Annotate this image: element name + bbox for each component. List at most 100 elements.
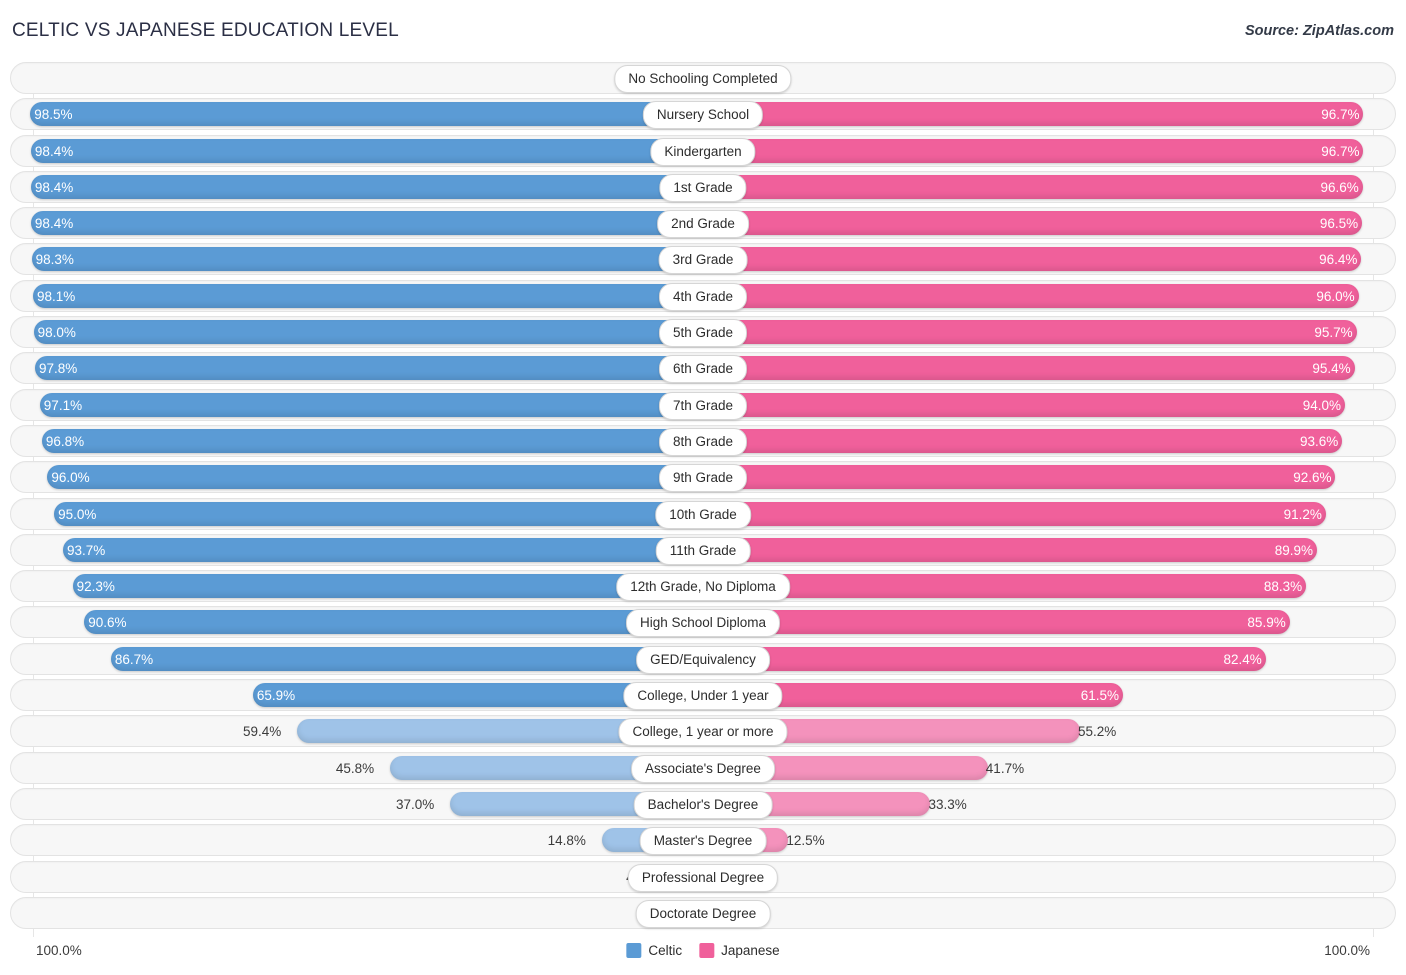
chart-row: 90.6% 85.9% High School Diploma <box>10 606 1396 639</box>
value-label-japanese: 85.9% <box>1247 615 1286 631</box>
value-label-japanese: 95.7% <box>1314 325 1353 341</box>
chart-header: CELTIC VS JAPANESE EDUCATION LEVEL Sourc… <box>0 0 1406 62</box>
bar-celtic <box>41 428 703 453</box>
axis-tick-right: 100.0% <box>1324 943 1370 958</box>
category-label: College, Under 1 year <box>623 682 783 711</box>
chart-row: 98.3% 96.4% 3rd Grade <box>10 243 1396 276</box>
value-label-celtic: 98.3% <box>35 252 74 268</box>
value-label-celtic: 96.0% <box>51 470 90 486</box>
bar-celtic <box>35 356 703 381</box>
value-label-celtic: 1.9% <box>11 898 674 930</box>
legend-item: Celtic <box>626 943 682 958</box>
category-label: 1st Grade <box>659 173 747 202</box>
bar-celtic <box>30 174 703 199</box>
axis-tick-left: 100.0% <box>36 943 82 958</box>
category-label: Kindergarten <box>650 137 756 166</box>
bar-japanese <box>703 283 1359 308</box>
value-label-celtic: 98.4% <box>34 179 74 195</box>
value-label-japanese: 96.7% <box>1321 143 1360 159</box>
legend-label: Japanese <box>721 943 780 958</box>
bar-celtic <box>30 211 703 236</box>
value-label-japanese: 92.6% <box>1293 470 1332 486</box>
bar-celtic <box>110 646 703 671</box>
category-label: 4th Grade <box>658 282 748 311</box>
value-label-japanese: 55.2% <box>1078 724 1117 740</box>
bar-celtic <box>30 138 703 163</box>
value-label-celtic: 98.0% <box>37 325 76 341</box>
chart-row: 96.8% 93.6% 8th Grade <box>10 424 1396 457</box>
legend-swatch-icon <box>699 943 715 958</box>
bar-japanese <box>703 646 1266 671</box>
value-label-celtic: 98.5% <box>34 107 73 123</box>
value-label-celtic: 4.4% <box>11 862 657 894</box>
value-label-celtic: 97.1% <box>43 397 83 413</box>
chart-row: 96.0% 92.6% 9th Grade <box>10 461 1396 494</box>
value-label-japanese: 41.7% <box>985 760 1025 776</box>
diverging-bar-chart: 1.6%3.3%No Schooling Completed 98.5% 96.7%… <box>0 62 1406 937</box>
category-label: 2nd Grade <box>657 210 749 239</box>
bar-japanese <box>703 102 1364 127</box>
value-label-celtic: 92.3% <box>76 579 115 595</box>
bar-japanese <box>703 428 1343 453</box>
bar-japanese <box>703 356 1355 381</box>
value-label-celtic: 59.4% <box>243 724 282 740</box>
category-label: 3rd Grade <box>658 246 748 275</box>
bar-celtic <box>54 501 703 526</box>
value-label-celtic: 1.6% <box>11 63 676 95</box>
category-label: High School Diploma <box>625 609 781 638</box>
value-label-japanese: 96.6% <box>1320 179 1359 195</box>
value-label-celtic: 45.8% <box>335 760 375 776</box>
chart-row: 98.5% 96.7% Nursery School <box>10 98 1396 131</box>
value-label-celtic: 98.4% <box>34 216 74 232</box>
category-label: 5th Grade <box>658 319 748 348</box>
category-label: Master's Degree <box>639 827 767 856</box>
bar-japanese <box>703 392 1346 417</box>
chart-row: 97.1% 94.0% 7th Grade <box>10 388 1396 421</box>
category-label: Professional Degree <box>627 863 779 892</box>
category-label: No Schooling Completed <box>614 65 792 93</box>
bar-japanese <box>703 465 1336 490</box>
value-label-japanese: 96.4% <box>1319 252 1358 268</box>
bar-celtic <box>84 610 703 635</box>
value-label-celtic: 98.4% <box>34 143 74 159</box>
bar-japanese <box>703 211 1363 236</box>
category-label: 11th Grade <box>655 536 751 565</box>
bar-japanese <box>703 138 1364 163</box>
chart-row: 92.3% 88.3% 12th Grade, No Diploma <box>10 570 1396 603</box>
category-label: 6th Grade <box>658 355 748 384</box>
value-label-celtic: 14.8% <box>547 833 586 849</box>
legend-item: Japanese <box>699 943 780 958</box>
bar-japanese <box>703 501 1326 526</box>
bar-celtic <box>39 392 703 417</box>
chart-legend: Celtic Japanese <box>626 943 780 958</box>
page-title: CELTIC VS JAPANESE EDUCATION LEVEL <box>12 20 399 41</box>
value-label-celtic: 90.6% <box>88 615 127 631</box>
value-label-japanese: 94.0% <box>1302 397 1342 413</box>
chart-row: 4.4%3.5%Professional Degree <box>10 860 1396 894</box>
value-label-japanese: 91.2% <box>1283 506 1322 522</box>
value-label-celtic: 97.8% <box>39 361 78 377</box>
value-label-japanese: 96.5% <box>1319 216 1359 232</box>
chart-row: 93.7% 89.9% 11th Grade <box>10 533 1396 566</box>
chart-row: 59.4% 55.2% College, 1 year or more <box>10 715 1396 748</box>
chart-row: 98.4% 96.7% Kindergarten <box>10 134 1396 167</box>
bar-japanese <box>703 174 1363 199</box>
value-label-celtic: 98.1% <box>36 288 76 304</box>
bar-celtic <box>63 537 703 562</box>
category-label: 8th Grade <box>658 427 748 456</box>
value-label-celtic: 65.9% <box>256 688 296 704</box>
chart-row: 98.4% 96.5% 2nd Grade <box>10 207 1396 240</box>
bar-celtic <box>72 574 703 599</box>
chart-row: 14.8% 12.5% Master's Degree <box>10 824 1396 857</box>
bar-japanese <box>703 320 1357 345</box>
category-label: GED/Equivalency <box>636 645 770 674</box>
category-label: 10th Grade <box>655 500 751 529</box>
chart-rows: 1.6%3.3%No Schooling Completed 98.5% 96.7%… <box>0 62 1406 937</box>
bar-celtic <box>30 102 703 127</box>
value-label-japanese: 88.3% <box>1263 579 1303 595</box>
category-label: College, 1 year or more <box>618 718 788 747</box>
chart-row: 95.0% 91.2% 10th Grade <box>10 497 1396 530</box>
value-label-japanese: 89.9% <box>1274 542 1314 558</box>
bar-celtic <box>32 283 703 308</box>
value-label-japanese: 61.5% <box>1080 688 1120 704</box>
